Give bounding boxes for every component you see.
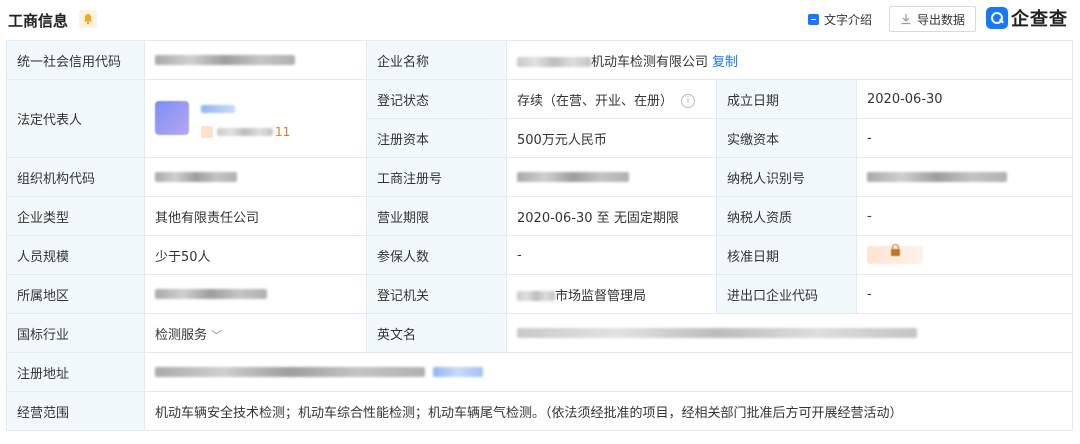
org-code-value bbox=[144, 157, 367, 197]
english-name-value bbox=[505, 313, 1074, 353]
biz-reg-no-value bbox=[506, 157, 717, 197]
text-intro-link[interactable]: 文字介绍 bbox=[808, 11, 872, 28]
redacted-region bbox=[155, 289, 267, 299]
lock-icon bbox=[891, 244, 900, 256]
tag-icon bbox=[201, 125, 213, 138]
approval-date-label: 核准日期 bbox=[716, 235, 857, 275]
table-row: 人员规模 少于50人 参保人数 - 核准日期 bbox=[6, 235, 1074, 275]
redacted-legal-rep-name bbox=[201, 104, 235, 113]
scope-label: 经营范围 bbox=[6, 391, 145, 431]
staff-size-value: 少于50人 bbox=[144, 235, 367, 275]
document-icon bbox=[808, 14, 819, 25]
english-name-label: 英文名 bbox=[366, 313, 507, 353]
biz-term-value: 2020-06-30 至 无固定期限 bbox=[506, 196, 717, 236]
taxpayer-qual-label: 纳税人资质 bbox=[716, 196, 857, 236]
redacted-related-text bbox=[217, 127, 273, 136]
legal-rep-related[interactable]: 11 bbox=[201, 125, 290, 139]
legal-rep-cell[interactable]: 11 bbox=[144, 79, 367, 158]
reg-status-cell: 存续（在营、开业、在册） i bbox=[506, 79, 717, 119]
logo-text: 企查查 bbox=[1011, 9, 1068, 30]
table-row: 企业类型 其他有限责任公司 营业期限 2020-06-30 至 无固定期限 纳税… bbox=[6, 196, 1074, 236]
taxpayer-id-value bbox=[855, 157, 1074, 197]
paid-capital-label: 实缴资本 bbox=[716, 118, 857, 158]
info-icon[interactable]: i bbox=[681, 94, 696, 108]
insured-label: 参保人数 bbox=[366, 235, 507, 275]
address-value bbox=[143, 352, 1074, 392]
company-type-value: 其他有限责任公司 bbox=[144, 196, 367, 236]
reg-authority-label: 登记机关 bbox=[366, 274, 507, 314]
import-export-label: 进出口企业代码 bbox=[716, 274, 857, 314]
table-row: 组织机构代码 工商注册号 纳税人识别号 bbox=[6, 157, 1074, 197]
approval-date-value[interactable] bbox=[855, 235, 1074, 275]
redacted-authority-prefix bbox=[517, 291, 555, 301]
redacted-address bbox=[155, 367, 425, 377]
biz-reg-no-label: 工商注册号 bbox=[366, 157, 507, 197]
company-name-label: 企业名称 bbox=[366, 40, 507, 80]
export-label: 导出数据 bbox=[916, 12, 965, 27]
download-icon bbox=[901, 14, 911, 25]
export-button[interactable]: 导出数据 bbox=[889, 6, 976, 32]
table-row: 经营范围 机动车辆安全技术检测；机动车综合性能检测；机动车辆尾气检测。（依法须经… bbox=[6, 391, 1074, 431]
table-row: 所属地区 登记机关 市场监督管理局 进出口企业代码 - bbox=[6, 274, 1074, 314]
redacted-english-name bbox=[517, 328, 917, 338]
reg-status-value: 存续（在营、开业、在册） bbox=[517, 93, 674, 109]
locked-value[interactable] bbox=[867, 244, 923, 264]
paid-capital-value: - bbox=[855, 118, 1074, 158]
org-code-label: 组织机构代码 bbox=[6, 157, 145, 197]
staff-size-label: 人员规模 bbox=[6, 235, 145, 275]
biz-term-label: 营业期限 bbox=[366, 196, 507, 236]
taxpayer-qual-value: - bbox=[855, 196, 1074, 236]
table-row: 注册地址 bbox=[6, 352, 1074, 392]
insured-value: - bbox=[506, 235, 717, 275]
table-row: 法定代表人 11 登记状态 存续（在营、开业、在册） i 成立日期 2020-06… bbox=[6, 79, 1074, 158]
bell-icon[interactable] bbox=[79, 10, 97, 28]
legal-rep-count: 11 bbox=[275, 124, 291, 139]
section-title: 工商信息 bbox=[8, 12, 69, 30]
redacted-reg-no bbox=[517, 172, 629, 182]
redacted-credit-code bbox=[155, 55, 295, 65]
legal-rep-label: 法定代表人 bbox=[6, 79, 145, 158]
reg-authority-value: 市场监督管理局 bbox=[555, 288, 647, 304]
taxpayer-id-label: 纳税人识别号 bbox=[716, 157, 857, 197]
founded-value: 2020-06-30 bbox=[855, 79, 1074, 119]
logo-icon bbox=[986, 7, 1008, 29]
region-value bbox=[144, 274, 367, 314]
industry-label: 国标行业 bbox=[6, 313, 145, 353]
company-type-label: 企业类型 bbox=[6, 196, 145, 236]
founded-label: 成立日期 bbox=[716, 79, 857, 119]
industry-cell[interactable]: 检测服务 ﹀ bbox=[144, 313, 367, 353]
redacted-address-link[interactable] bbox=[433, 367, 483, 377]
text-intro-label: 文字介绍 bbox=[824, 13, 873, 27]
region-label: 所属地区 bbox=[6, 274, 145, 314]
business-info-table: 统一社会信用代码 企业名称 机动车检测有限公司 复制 法定代表人 11 登记状态 … bbox=[6, 40, 1074, 431]
reg-status-label: 登记状态 bbox=[366, 79, 507, 119]
reg-authority-cell: 市场监督管理局 bbox=[506, 274, 717, 314]
table-row: 国标行业 检测服务 ﹀ 英文名 bbox=[6, 313, 1074, 353]
credit-code-value bbox=[144, 40, 367, 80]
avatar bbox=[155, 100, 189, 135]
redacted-company-prefix bbox=[517, 57, 591, 67]
section-header: 工商信息 文字介绍 导出数据 企查查 bbox=[0, 0, 1080, 40]
credit-code-label: 统一社会信用代码 bbox=[6, 40, 145, 80]
reg-capital-value: 500万元人民币 bbox=[506, 118, 717, 158]
address-label: 注册地址 bbox=[6, 352, 145, 392]
copy-link[interactable]: 复制 bbox=[712, 55, 738, 70]
redacted-taxpayer-id bbox=[867, 172, 1007, 182]
import-export-value: - bbox=[855, 274, 1074, 314]
industry-value: 检测服务 bbox=[155, 327, 208, 343]
company-name-cell: 机动车检测有限公司 复制 bbox=[505, 40, 1074, 80]
table-row: 统一社会信用代码 企业名称 机动车检测有限公司 复制 bbox=[6, 40, 1074, 80]
chevron-down-icon[interactable]: ﹀ bbox=[211, 329, 222, 342]
company-name-value: 机动车检测有限公司 bbox=[591, 54, 709, 70]
redacted-org-code bbox=[155, 172, 237, 182]
qichacha-logo: 企查查 bbox=[986, 6, 1068, 30]
reg-capital-label: 注册资本 bbox=[366, 118, 507, 158]
scope-value: 机动车辆安全技术检测；机动车综合性能检测；机动车辆尾气检测。（依法须经批准的项目… bbox=[143, 391, 1074, 431]
